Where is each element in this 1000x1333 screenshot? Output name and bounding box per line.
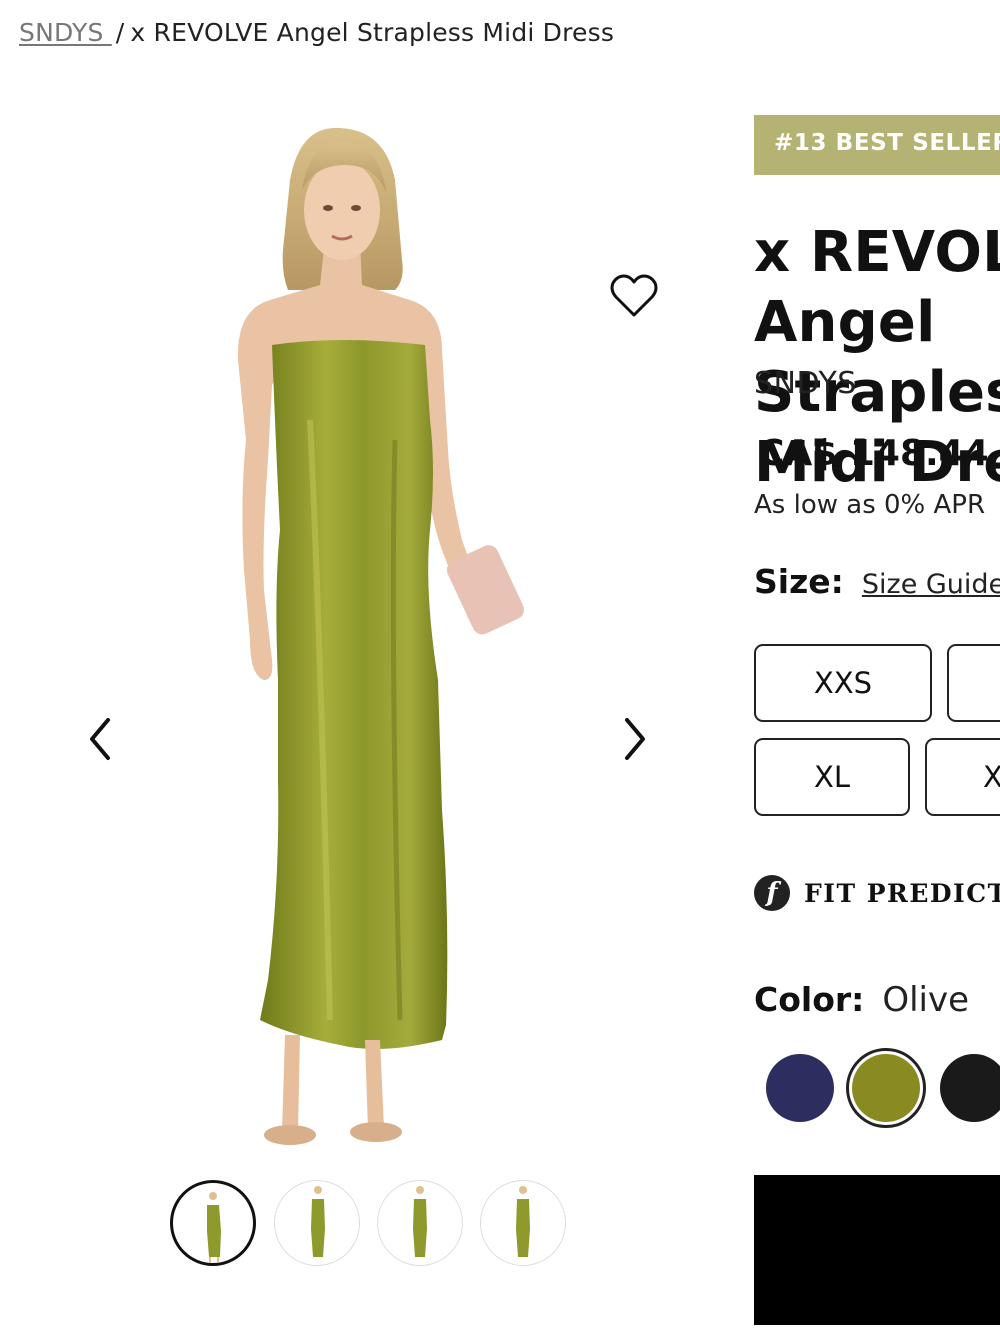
product-main-image bbox=[237, 127, 524, 1145]
color-swatch-navy[interactable] bbox=[766, 1054, 834, 1122]
best-seller-badge: #13 BEST SELLER bbox=[754, 115, 1000, 175]
thumbnail-1[interactable] bbox=[170, 1180, 256, 1266]
thumbnail-3[interactable] bbox=[377, 1180, 463, 1266]
product-page: SNDYS / x REVOLVE Angel Strapless Midi Dr… bbox=[0, 0, 1000, 1333]
breadcrumb-separator: / bbox=[115, 18, 125, 47]
fit-predictor-logo-icon: f bbox=[754, 875, 790, 911]
thumbnail-2[interactable] bbox=[274, 1180, 360, 1266]
thumbnail-image bbox=[413, 1186, 427, 1257]
thumbnail-4[interactable] bbox=[480, 1180, 566, 1266]
product-price: CA$ 148.44 bbox=[758, 433, 989, 474]
breadcrumb-current: x REVOLVE Angel Strapless Midi Dress bbox=[130, 18, 615, 47]
color-swatch-black[interactable] bbox=[940, 1054, 1000, 1122]
size-option-xl[interactable]: XL bbox=[754, 738, 910, 816]
color-swatch-olive[interactable] bbox=[852, 1054, 920, 1122]
heart-icon bbox=[610, 274, 658, 317]
thumbnail-image bbox=[311, 1186, 325, 1257]
size-option-xxl[interactable]: XXL bbox=[925, 738, 1000, 816]
size-option-xxs[interactable]: XXS bbox=[754, 644, 932, 722]
thumbnail-image bbox=[207, 1192, 221, 1263]
breadcrumb: SNDYS / x REVOLVE Angel Strapless Midi Dr… bbox=[19, 18, 614, 47]
color-header: Color: Olive bbox=[754, 980, 969, 1020]
size-label: Size: bbox=[754, 562, 844, 601]
size-header: Size: Size Guide bbox=[754, 562, 1000, 601]
size-guide-link[interactable]: Size Guide bbox=[862, 569, 1000, 600]
chevron-right-icon bbox=[625, 718, 645, 760]
fit-predictor-label: FIT PREDICTOR bbox=[804, 878, 1000, 908]
size-option-xs[interactable]: XS bbox=[947, 644, 1000, 722]
color-label: Color: bbox=[754, 980, 865, 1019]
thumbnail-image bbox=[516, 1186, 530, 1257]
product-brand[interactable]: SNDYS bbox=[754, 366, 857, 401]
next-image-button[interactable] bbox=[615, 712, 655, 766]
fit-predictor[interactable]: f FIT PREDICTOR bbox=[754, 875, 1000, 911]
chevron-left-icon bbox=[90, 718, 110, 760]
image-gallery bbox=[0, 100, 730, 1180]
financing-text: As low as 0% APR bbox=[754, 490, 986, 520]
breadcrumb-brand-link[interactable]: SNDYS bbox=[19, 18, 112, 47]
color-selected-value: Olive bbox=[882, 980, 970, 1020]
previous-image-button[interactable] bbox=[80, 712, 120, 766]
add-to-bag-button[interactable] bbox=[754, 1175, 1000, 1325]
favorite-button[interactable] bbox=[608, 272, 660, 320]
